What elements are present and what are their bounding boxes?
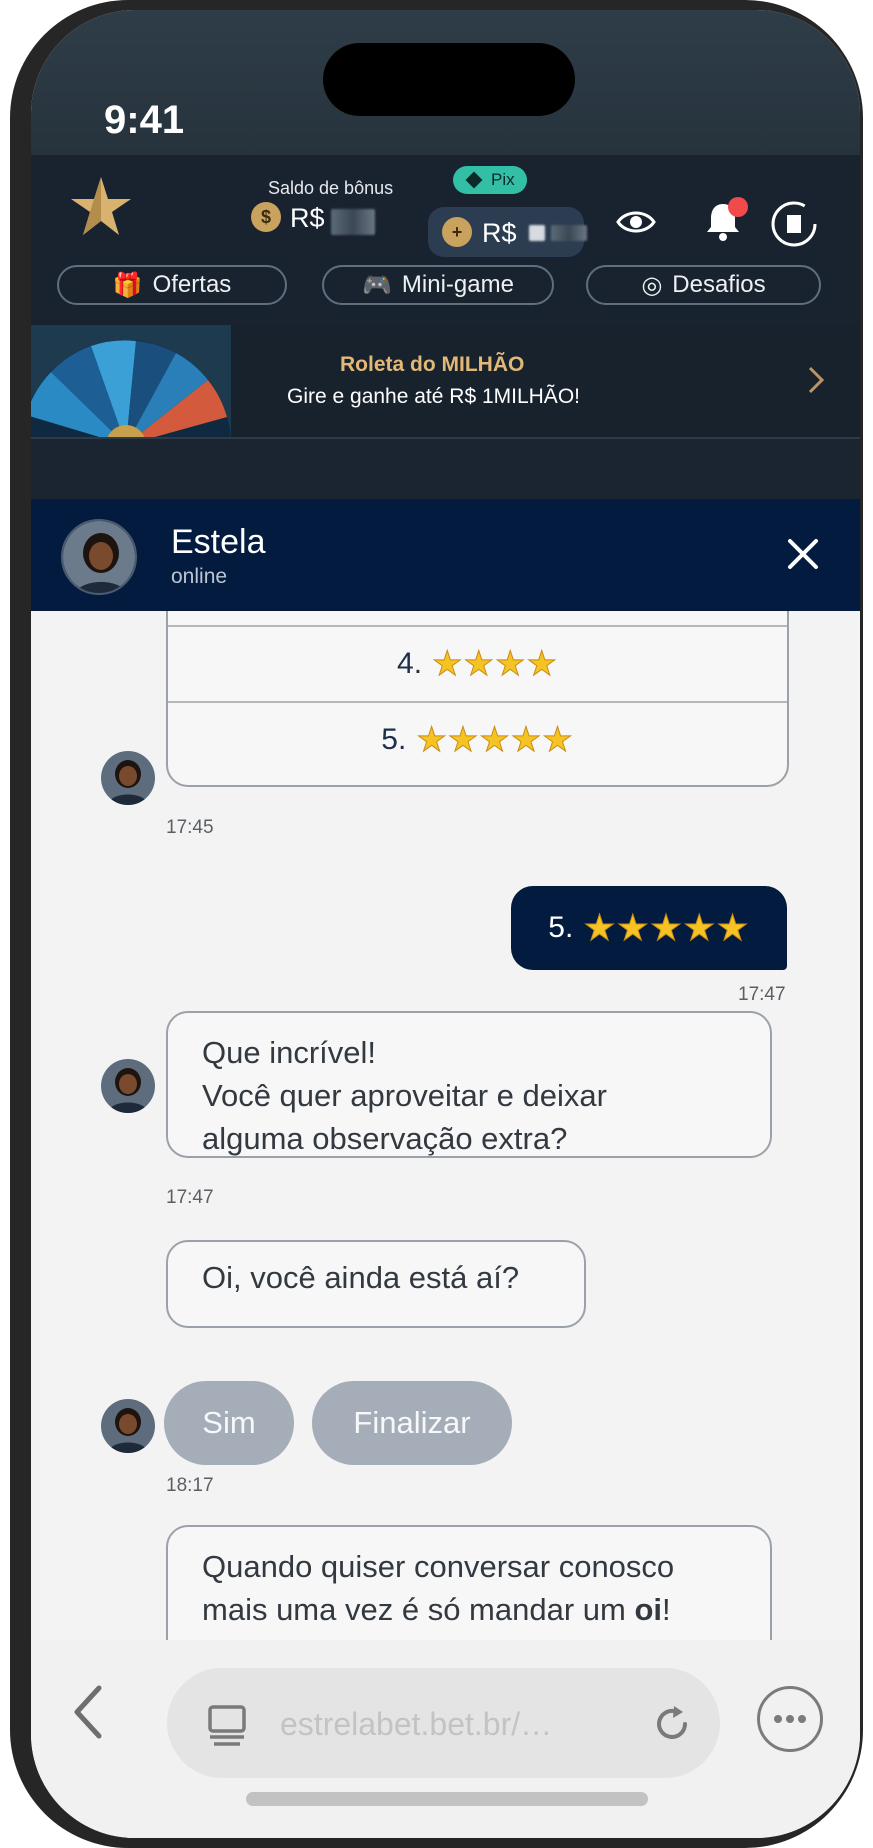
dynamic-island	[323, 43, 575, 116]
bot-message-bubble: Que incrível! Você quer aproveitar e dei…	[166, 1011, 772, 1158]
stars-5-icon: ★★★★★	[416, 721, 574, 760]
nav-ofertas-label: Ofertas	[152, 271, 232, 298]
url-text: estrelabet.bet.br/…	[280, 1706, 553, 1742]
message-text: !	[662, 1592, 671, 1627]
pix-badge[interactable]: Pix	[453, 166, 527, 194]
close-icon[interactable]	[786, 537, 820, 571]
header-gap	[31, 439, 860, 499]
message-bold: oi	[634, 1592, 663, 1627]
balance-amount-hidden	[529, 225, 545, 241]
quick-reply-finalizar[interactable]: Finalizar	[312, 1381, 512, 1465]
chat-header: Estela online	[31, 499, 860, 611]
bonus-amount-hidden	[331, 209, 375, 235]
agent-avatar-small	[101, 1059, 155, 1113]
message-line: Que incrível!	[202, 1035, 377, 1070]
bot-message-bubble: Quando quiser conversar conosco mais uma…	[166, 1525, 772, 1640]
nav-desafios[interactable]: ◎ Desafios	[586, 265, 821, 305]
address-bar[interactable]: estrelabet.bet.br/…	[167, 1668, 720, 1778]
pix-icon	[465, 171, 483, 189]
message-time: 17:47	[738, 984, 786, 1005]
rating-option-label: 4.	[397, 647, 423, 680]
gamepad-icon: 🎮	[362, 271, 392, 299]
gift-icon: 🎁	[112, 271, 143, 299]
agent-avatar-small	[101, 751, 155, 805]
promo-banner[interactable]: Roleta do MILHÃO Gire e ganhe até R$ 1MI…	[31, 325, 860, 439]
nav-mini-game[interactable]: 🎮 Mini-game	[322, 265, 554, 305]
target-icon: ◎	[641, 271, 663, 299]
phone-frame: 9:41 Saldo de bônus $ R$ Pix + R$ 🎁 Ofer…	[10, 0, 863, 1848]
pix-label: Pix	[491, 170, 515, 189]
rating-options-card: 4. ★★★★ 5. ★★★★★	[166, 611, 789, 787]
bot-message-bubble: Oi, você ainda está aí?	[166, 1240, 586, 1328]
more-options-icon[interactable]	[757, 1686, 823, 1752]
bonus-balance-label: Saldo de bônus	[268, 178, 394, 198]
banner-title: Roleta do MILHÃO	[340, 353, 525, 376]
quick-reply-sim[interactable]: Sim	[164, 1381, 294, 1465]
bonus-currency: R$	[290, 203, 325, 233]
user-reply-bubble: 5. ★★★★★	[511, 886, 787, 970]
message-line: alguma observação extra?	[202, 1121, 568, 1156]
status-bar: 9:41	[31, 10, 860, 155]
rating-option-5[interactable]: 5. ★★★★★	[168, 701, 787, 777]
balance-currency: R$	[482, 218, 517, 248]
browser-toolbar: estrelabet.bet.br/…	[31, 1640, 860, 1838]
reload-icon[interactable]	[652, 1704, 692, 1744]
star-logo-icon[interactable]	[69, 175, 133, 239]
stars-5-icon: ★★★★★	[583, 907, 750, 949]
nav-ofertas[interactable]: 🎁 Ofertas	[57, 265, 287, 305]
message-line: Quando quiser conversar conosco	[202, 1549, 675, 1584]
stars-4-icon: ★★★★	[432, 645, 558, 684]
rating-option-label: 5.	[381, 723, 407, 756]
message-line: Oi, você ainda está aí?	[202, 1260, 520, 1295]
agent-avatar-small	[101, 1399, 155, 1453]
message-time: 17:45	[166, 817, 214, 838]
message-time: 18:17	[166, 1475, 214, 1496]
user-reply-label: 5.	[548, 911, 574, 944]
notification-dot	[728, 197, 748, 217]
balance-amount-hidden-2	[551, 225, 587, 241]
bonus-coin-icon: $	[251, 202, 281, 232]
rating-option-4[interactable]: 4. ★★★★	[168, 625, 787, 701]
chat-messages[interactable]: 4. ★★★★ 5. ★★★★★ 17:45 5. ★★★★★ 17:47 Qu…	[31, 611, 860, 1640]
status-time: 9:41	[104, 98, 185, 142]
roulette-wheel-image	[31, 325, 231, 437]
message-line: Você quer aproveitar e deixar	[202, 1078, 607, 1113]
message-line: mais uma vez é só mandar um oi!	[202, 1588, 736, 1631]
message-time: 17:47	[166, 1187, 214, 1208]
profile-icon[interactable]	[771, 201, 817, 247]
eye-icon[interactable]	[616, 207, 656, 237]
back-chevron-icon[interactable]	[71, 1684, 105, 1740]
banner-subtitle: Gire e ganhe até R$ 1MILHÃO!	[287, 385, 580, 408]
agent-status: online	[171, 565, 228, 588]
chevron-right-icon	[808, 366, 825, 394]
add-funds-icon[interactable]: +	[442, 217, 472, 247]
agent-name: Estela	[171, 523, 266, 561]
message-text: mais uma vez é só mandar um	[202, 1592, 635, 1627]
home-indicator[interactable]	[246, 1792, 648, 1806]
nav-mini-game-label: Mini-game	[401, 271, 514, 298]
nav-desafios-label: Desafios	[672, 271, 766, 298]
screen: 9:41 Saldo de bônus $ R$ Pix + R$ 🎁 Ofer…	[31, 10, 860, 1838]
tabs-icon[interactable]	[205, 1704, 249, 1748]
app-header: Saldo de bônus $ R$ Pix + R$ 🎁 Ofertas 🎮…	[31, 155, 860, 325]
agent-avatar	[61, 519, 137, 595]
